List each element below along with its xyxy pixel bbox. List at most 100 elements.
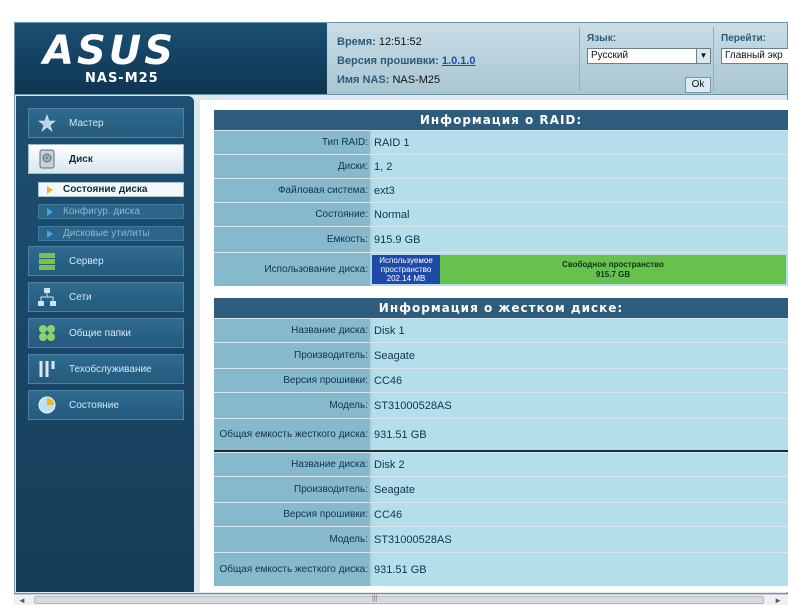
content-panel: Информация о RAID: Тип RAID: RAID 1 Диск… xyxy=(200,100,788,592)
subitem-disk-utilities[interactable]: Дисковые утилиты xyxy=(38,226,184,241)
subitem-label: Состояние диска xyxy=(63,184,148,195)
language-ok-button[interactable]: Ok xyxy=(685,77,711,93)
table-row: Емкость: 915.9 GB xyxy=(214,226,788,252)
table-row: Общая емкость жесткого диска: 931.51 GB xyxy=(214,418,788,450)
table-row: Диски: 1, 2 xyxy=(214,154,788,178)
subitem-disk-status[interactable]: Состояние диска xyxy=(38,182,184,197)
table-row: Состояние: Normal xyxy=(214,202,788,226)
grip-icon: ||| xyxy=(372,595,378,602)
row-key: Состояние: xyxy=(214,203,370,226)
sidebar-item-label: Мастер xyxy=(69,118,104,129)
row-value: Seagate xyxy=(372,477,788,502)
usage-bar-track: Используемое пространство 202.14 MB Своб… xyxy=(372,255,786,284)
row-key: Общая емкость жесткого диска: xyxy=(214,553,370,586)
goto-select[interactable]: Главный экр xyxy=(721,48,788,64)
row-key: Производитель: xyxy=(214,477,370,502)
brand-area: ASUS NAS-M25 xyxy=(15,23,327,95)
table-row: Тип RAID: RAID 1 xyxy=(214,130,788,154)
row-key: Использование диска: xyxy=(214,253,370,286)
row-value: 931.51 GB xyxy=(372,553,788,586)
model-name: NAS-M25 xyxy=(85,71,159,86)
row-key: Файловая система: xyxy=(214,179,370,202)
sidebar-item-label: Общие папки xyxy=(69,328,132,339)
raid-info-heading: Информация о RAID: xyxy=(214,110,788,130)
header-divider xyxy=(579,27,580,91)
table-row: Файловая система: ext3 xyxy=(214,178,788,202)
disk-usage-row: Использование диска: Используемое простр… xyxy=(214,252,788,286)
sidebar-item-shared-folders[interactable]: Общие папки xyxy=(28,318,184,348)
time-value: 12:51:52 xyxy=(378,36,422,48)
row-key: Название диска: xyxy=(214,453,370,476)
row-key: Версия прошивки: xyxy=(214,369,370,392)
row-value: RAID 1 xyxy=(372,131,788,154)
arrow-right-icon xyxy=(47,208,53,216)
sidebar-item-network[interactable]: Сети xyxy=(28,282,184,312)
subitem-label: Конфигур. диска xyxy=(63,206,140,217)
time-label: Время: xyxy=(337,36,376,48)
used-space-label: Используемое пространство xyxy=(379,256,433,274)
sidebar-item-disk[interactable]: Диск xyxy=(28,144,184,174)
scroll-right-icon[interactable]: ► xyxy=(774,596,782,605)
row-value: ST31000528AS xyxy=(372,527,788,552)
row-value: Seagate xyxy=(372,343,788,368)
disk-icon xyxy=(37,149,57,169)
sidebar-item-server[interactable]: Сервер xyxy=(28,246,184,276)
scrollbar-thumb[interactable] xyxy=(34,596,764,604)
sidebar-item-label: Сети xyxy=(69,292,92,303)
usage-bar: Используемое пространство 202.14 MB Своб… xyxy=(372,253,788,286)
language-label: Язык: xyxy=(587,33,617,44)
subitem-label: Дисковые утилиты xyxy=(63,228,150,239)
goto-box: Перейти: Главный экр xyxy=(721,33,788,97)
firmware-version-link[interactable]: 1.0.1.0 xyxy=(442,55,476,67)
row-key: Тип RAID: xyxy=(214,131,370,154)
chevron-down-icon[interactable]: ▼ xyxy=(696,49,710,63)
row-key: Модель: xyxy=(214,527,370,552)
scroll-left-icon[interactable]: ◄ xyxy=(18,596,26,605)
used-space-value: 202.14 MB xyxy=(386,274,426,283)
header-bar: ASUS NAS-M25 Время: 12:51:52 Версия прош… xyxy=(14,22,788,97)
wizard-icon xyxy=(37,113,57,133)
sidebar-item-wizard[interactable]: Мастер xyxy=(28,108,184,138)
asus-logo: ASUS xyxy=(43,28,177,74)
server-icon xyxy=(37,251,57,271)
app-window: ASUS NAS-M25 Время: 12:51:52 Версия прош… xyxy=(0,0,788,605)
sidebar-item-maintenance[interactable]: Техобслуживание xyxy=(28,354,184,384)
arrow-right-icon xyxy=(47,230,53,238)
row-value: 915.9 GB xyxy=(372,227,788,252)
row-key: Модель: xyxy=(214,393,370,418)
row-value: CC46 xyxy=(372,503,788,526)
row-value: CC46 xyxy=(372,369,788,392)
row-key: Общая емкость жесткого диска: xyxy=(214,419,370,450)
status-icon xyxy=(37,395,57,415)
row-key: Диски: xyxy=(214,155,370,178)
free-space-segment: Свободное пространство 915.7 GB xyxy=(440,255,786,284)
sidebar-item-label: Сервер xyxy=(69,256,104,267)
goto-value: Главный экр xyxy=(725,50,783,61)
row-key: Производитель: xyxy=(214,343,370,368)
sidebar-item-label: Диск xyxy=(69,154,93,165)
arrow-right-icon xyxy=(47,186,53,194)
table-row: Общая емкость жесткого диска: 931.51 GB xyxy=(214,552,788,586)
row-key: Версия прошивки: xyxy=(214,503,370,526)
language-select[interactable]: Русский ▼ xyxy=(587,48,711,64)
system-info: Время: 12:51:52 Версия прошивки: 1.0.1.0… xyxy=(337,33,587,90)
sidebar-item-label: Техобслуживание xyxy=(69,364,152,375)
header-divider-2 xyxy=(713,27,714,91)
firmware-label: Версия прошивки: xyxy=(337,55,439,67)
subitem-disk-config[interactable]: Конфигур. диска xyxy=(38,204,184,219)
nas-name-label: Имя NAS: xyxy=(337,74,390,86)
row-value: 931.51 GB xyxy=(372,419,788,450)
language-value: Русский xyxy=(591,50,629,61)
shared-folders-icon xyxy=(37,323,57,343)
horizontal-scrollbar[interactable]: ◄ ||| ► xyxy=(14,594,788,605)
network-icon xyxy=(37,287,57,307)
table-row: Модель: ST31000528AS xyxy=(214,392,788,418)
maintenance-icon xyxy=(37,359,57,379)
table-row: Название диска: Disk 1 xyxy=(214,318,788,342)
table-row: Версия прошивки: CC46 xyxy=(214,368,788,392)
goto-label: Перейти: xyxy=(721,33,766,44)
row-key: Название диска: xyxy=(214,319,370,342)
nas-name-value: NAS-M25 xyxy=(392,74,441,86)
sidebar-item-status[interactable]: Состояние xyxy=(28,390,184,420)
used-space-segment: Используемое пространство 202.14 MB xyxy=(372,255,440,284)
